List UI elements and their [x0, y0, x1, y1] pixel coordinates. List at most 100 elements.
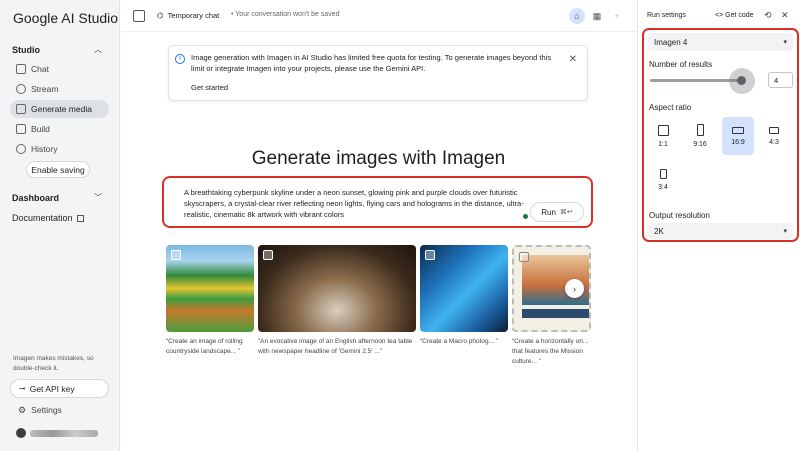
reset-icon[interactable]: ⟲	[764, 10, 772, 21]
key-icon: ⊸	[19, 384, 26, 393]
sidebar-item-settings[interactable]: ⚙ Settings	[12, 401, 111, 419]
get-api-key-button[interactable]: ⊸ Get API key	[10, 379, 109, 398]
temporary-chat-note: • Your conversation won't be saved	[231, 11, 340, 18]
sidebar-item-stream[interactable]: Stream	[10, 80, 109, 98]
run-settings-title: Run settings	[647, 12, 686, 19]
banner-text: Image generation with Imagen in AI Studi…	[191, 53, 552, 73]
image-badge-icon	[519, 252, 529, 262]
prompt-input[interactable]: A breathtaking cyberpunk skyline under a…	[184, 187, 524, 220]
image-badge-icon	[263, 250, 273, 260]
quota-banner: i Image generation with Imagen in AI Stu…	[168, 45, 588, 101]
sidebar-item-build[interactable]: Build	[10, 120, 109, 138]
chevron-down-icon[interactable]: ﹀	[94, 192, 102, 203]
run-shortcut: ⌘↩	[559, 209, 573, 216]
run-label: Run	[541, 207, 556, 217]
sidebar: Google AI Studio Studio ︿ Chat Stream Ge…	[0, 0, 120, 451]
image-badge-icon	[425, 250, 435, 260]
gallery-card-stamp[interactable]: “Create a horizontally ori... that featu…	[512, 245, 591, 367]
temporary-chat-title: ⌬ Temporary chat	[157, 11, 219, 20]
sidebar-item-label: Stream	[31, 84, 59, 94]
aspect-label: 1:1	[658, 140, 668, 148]
temporary-chat-note-text: Your conversation won't be saved	[235, 11, 340, 18]
sidebar-item-label: Generate media	[31, 104, 92, 114]
stream-icon	[16, 84, 26, 94]
get-code-label: Get code	[725, 12, 754, 19]
code-icon: <>	[715, 12, 724, 19]
run-button[interactable]: Run ⌘↩	[530, 202, 584, 222]
countryside-image	[166, 245, 254, 332]
gallery-card-countryside[interactable]: “Create an image of rolling countryside …	[166, 245, 254, 357]
avatar[interactable]	[16, 428, 26, 438]
status-dot	[523, 214, 528, 219]
enable-saving-button[interactable]: Enable saving	[26, 161, 90, 178]
image-badge-icon	[171, 250, 181, 260]
info-icon: i	[175, 54, 185, 64]
run-settings-panel: Run settings <> Get code ⟲ ✕ Imagen 4 ▾ …	[637, 0, 800, 451]
chat-icon	[16, 64, 26, 74]
aspect-option-16-9[interactable]: 16:9	[722, 117, 754, 155]
square-icon	[657, 124, 669, 136]
chevron-up-icon[interactable]: ︿	[94, 44, 102, 55]
page-title: Generate images with Imagen	[251, 148, 506, 169]
stamp-artwork	[522, 255, 589, 305]
settings-label: Settings	[31, 405, 62, 415]
account-name-blurred	[30, 430, 98, 437]
add-icon[interactable]: +	[609, 8, 625, 24]
number-of-results-input[interactable]: 4	[768, 72, 793, 88]
aspect-option-3-4[interactable]: 3:4	[647, 162, 679, 198]
output-resolution-value: 2K	[654, 226, 664, 236]
macro-image	[420, 245, 508, 332]
stamp-banner	[522, 309, 589, 318]
sidebar-section-dashboard[interactable]: Dashboard	[12, 193, 59, 203]
output-resolution-label: Output resolution	[649, 211, 710, 220]
output-resolution-select[interactable]: 2K ▾	[648, 223, 793, 239]
temporary-chat-label: Temporary chat	[167, 11, 220, 20]
sidebar-item-label: Chat	[31, 64, 49, 74]
external-link-icon	[76, 215, 84, 223]
api-key-label: Get API key	[29, 383, 75, 394]
sidebar-toggle-icon[interactable]	[133, 10, 145, 22]
model-selected-value: Imagen 4	[654, 37, 688, 47]
prompt-box[interactable]: A breathtaking cyberpunk skyline under a…	[162, 176, 593, 228]
results-slider-handle[interactable]	[737, 76, 746, 85]
sidebar-section-studio[interactable]: Studio	[12, 45, 40, 55]
aspect-option-1-1[interactable]: 1:1	[647, 118, 679, 154]
sidebar-item-chat[interactable]: Chat	[10, 60, 109, 78]
sidebar-item-label: History	[31, 144, 58, 154]
sidebar-item-generate-media[interactable]: Generate media	[10, 100, 109, 118]
top-bar: ⌬ Temporary chat • Your conversation won'…	[121, 0, 636, 32]
aspect-option-9-16[interactable]: 9:16	[684, 118, 716, 154]
temporary-chat-toggle-icon[interactable]: ⌂	[569, 8, 585, 24]
build-icon	[16, 124, 26, 134]
aspect-option-4-3[interactable]: 4:3	[758, 118, 790, 154]
brand-logo[interactable]: Google AI Studio	[13, 10, 118, 26]
sidebar-item-label: Build	[31, 124, 50, 134]
portrait-icon	[696, 124, 704, 136]
aspect-label: 4:3	[769, 138, 779, 146]
aspect-label: 16:9	[731, 138, 745, 146]
chevron-down-icon: ▾	[783, 228, 787, 235]
close-icon[interactable]: ✕	[569, 54, 577, 65]
disclaimer-note: Imagen makes mistakes, so double-check i…	[13, 355, 94, 372]
get-started-link[interactable]: Get started	[191, 83, 228, 92]
landscape-icon	[769, 126, 779, 134]
gallery-caption: “Create a horizontally ori... that featu…	[512, 338, 589, 365]
get-code-button[interactable]: <> Get code	[715, 12, 754, 19]
app: Google AI Studio Studio ︿ Chat Stream Ge…	[0, 0, 800, 451]
tea-table-image	[258, 245, 416, 332]
gallery-next-button[interactable]: ›	[565, 279, 584, 298]
sidebar-link-documentation[interactable]: Documentation	[12, 213, 84, 223]
close-panel-icon[interactable]: ✕	[781, 10, 789, 21]
gallery-caption: “Create a Macro photog... ”	[420, 338, 499, 345]
model-select[interactable]: Imagen 4 ▾	[648, 33, 793, 51]
gallery-caption: “An evocative image of an English aftern…	[258, 338, 413, 355]
grid-icon[interactable]: ▦	[589, 8, 605, 24]
aspect-ratio-label: Aspect ratio	[649, 103, 692, 112]
gear-icon: ⚙	[18, 404, 27, 415]
gallery-card-macro[interactable]: “Create a Macro photog... ”	[420, 245, 508, 347]
gallery-caption: “Create an image of rolling countryside …	[166, 338, 243, 355]
sidebar-item-history[interactable]: History	[10, 140, 109, 158]
documentation-label: Documentation	[12, 213, 73, 223]
number-of-results-label: Number of results	[649, 60, 713, 69]
gallery-card-tea[interactable]: “An evocative image of an English aftern…	[258, 245, 416, 357]
